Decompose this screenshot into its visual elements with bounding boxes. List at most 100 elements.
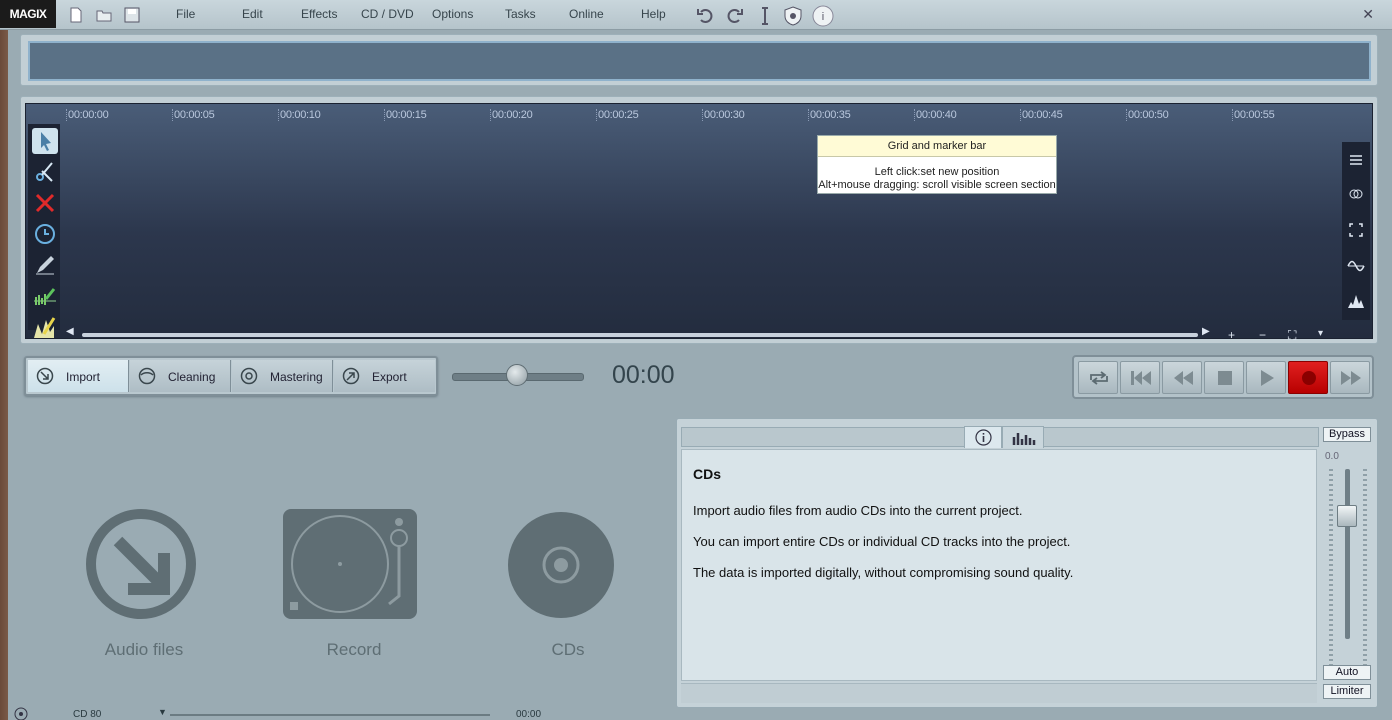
info-disc-icon[interactable]: i [812, 5, 834, 27]
forward-button[interactable] [1330, 361, 1370, 394]
disc-dropdown-icon[interactable]: ▼ [158, 707, 167, 717]
audio-files-label[interactable]: Audio files [64, 640, 224, 660]
cd-icon[interactable] [506, 510, 616, 620]
ruler-tick: 00:00:45 [1020, 109, 1063, 121]
ruler-tick: 00:00:10 [278, 109, 321, 121]
horizontal-scrollbar[interactable]: ◀ ▶ [66, 326, 1210, 340]
overview-panel [20, 34, 1378, 86]
settings-shield-icon[interactable] [782, 5, 804, 27]
slider-knob[interactable] [506, 364, 528, 386]
equalizer-icon [1012, 433, 1036, 445]
link-icon[interactable] [1344, 182, 1368, 206]
status-bar: CD 80 ▼ 00:00 [0, 706, 676, 720]
zoom-in-button[interactable]: + [1228, 328, 1235, 342]
tab-label: Import [66, 370, 101, 384]
scissors-icon [36, 162, 53, 182]
pointer-tool[interactable] [32, 128, 58, 154]
play-icon [1261, 370, 1274, 386]
tab-cleaning[interactable]: Cleaning [130, 360, 231, 392]
tab-equalizer[interactable] [1002, 426, 1044, 448]
save-icon[interactable] [124, 7, 140, 23]
menu-icon[interactable] [1344, 148, 1368, 172]
tab-mastering[interactable]: Mastering [232, 360, 333, 392]
ruler-tick: 00:00:50 [1126, 109, 1169, 121]
volume-draw-tool[interactable] [32, 314, 58, 340]
limiter-button[interactable]: Limiter [1323, 684, 1371, 699]
new-file-icon[interactable] [68, 7, 84, 23]
zoom-menu-button[interactable]: ▾ [1318, 328, 1323, 339]
open-folder-icon[interactable] [96, 7, 112, 23]
info-footer [681, 683, 1317, 703]
spectrum-icon[interactable] [1344, 288, 1368, 312]
curve-icon[interactable] [1344, 254, 1368, 278]
undo-icon[interactable] [694, 5, 716, 27]
arranger-panel: 00:00:00 00:00:05 00:00:10 00:00:15 00:0… [20, 96, 1378, 344]
window-edge [0, 30, 8, 720]
disc-icon[interactable] [14, 707, 28, 720]
draw-tool[interactable] [32, 252, 58, 278]
tab-export[interactable]: Export [334, 360, 435, 392]
info-tab-bar [681, 426, 1319, 448]
audio-files-icon[interactable] [82, 505, 200, 623]
master-fader-knob[interactable] [1337, 505, 1357, 527]
menu-help[interactable]: Help [641, 7, 666, 21]
tab-info[interactable] [964, 426, 1002, 448]
scrollbar-thumb[interactable] [82, 333, 1198, 337]
record-button[interactable] [1288, 361, 1328, 394]
menu-options[interactable]: Options [432, 7, 473, 21]
scroll-right-icon[interactable]: ▶ [1202, 326, 1210, 337]
info-line: The data is imported digitally, without … [693, 565, 1074, 580]
bypass-button[interactable]: Bypass [1323, 427, 1371, 442]
menu-tasks[interactable]: Tasks [505, 7, 536, 21]
cursor-text-icon[interactable] [754, 5, 776, 27]
menu-effects[interactable]: Effects [301, 7, 337, 21]
cds-label[interactable]: CDs [488, 640, 648, 660]
scissors-tool[interactable] [32, 159, 58, 185]
mastering-icon [240, 367, 258, 385]
auto-button[interactable]: Auto [1323, 665, 1371, 680]
project-overview[interactable] [28, 41, 1371, 81]
ruler-tick: 00:00:30 [702, 109, 745, 121]
waveform-draw-tool[interactable] [32, 283, 58, 309]
menu-bar: MAGIX File Edit Effects CD / DVD Options… [0, 0, 1392, 30]
delete-tool[interactable] [32, 190, 58, 216]
magix-logo: MAGIX [0, 0, 56, 28]
zoom-fit-button[interactable]: ⛶ [1288, 328, 1296, 343]
menu-file[interactable]: File [176, 7, 195, 21]
rewind-icon [1174, 371, 1193, 385]
ruler-tick: 00:00:15 [384, 109, 427, 121]
menu-online[interactable]: Online [569, 7, 604, 21]
loop-button[interactable] [1078, 361, 1118, 394]
stop-button[interactable] [1204, 361, 1244, 394]
tooltip-title: Grid and marker bar [818, 136, 1056, 157]
record-label[interactable]: Record [274, 640, 434, 660]
fullscreen-icon[interactable] [1344, 218, 1368, 242]
tab-import[interactable]: Import [28, 360, 129, 392]
mode-tabs: Import Cleaning Mastering Export [24, 356, 438, 396]
cleaning-icon [138, 367, 156, 385]
zoom-out-button[interactable]: − [1259, 328, 1266, 342]
level-meter-right [1363, 469, 1367, 669]
turntable-icon[interactable] [282, 508, 418, 620]
loop-icon [1090, 371, 1108, 385]
time-tool[interactable] [32, 221, 58, 247]
import-icon [36, 367, 54, 385]
record-icon [1302, 371, 1316, 385]
close-icon[interactable]: ✕ [1362, 6, 1374, 23]
tooltip: Grid and marker bar Left click:set new p… [817, 135, 1057, 194]
master-fader-track[interactable] [1345, 469, 1350, 639]
disc-type: CD 80 [73, 709, 102, 720]
level-meter-left [1329, 469, 1333, 669]
redo-icon[interactable] [724, 5, 746, 27]
rewind-button[interactable] [1162, 361, 1202, 394]
info-title: CDs [693, 466, 722, 482]
play-button[interactable] [1246, 361, 1286, 394]
menu-cd-dvd[interactable]: CD / DVD [361, 7, 414, 21]
tooltip-line: Left click:set new position [874, 166, 1000, 178]
menu-edit[interactable]: Edit [242, 7, 263, 21]
scroll-left-icon[interactable]: ◀ [66, 326, 74, 337]
grid-marker-bar[interactable]: 00:00:00 00:00:05 00:00:10 00:00:15 00:0… [66, 104, 1342, 126]
to-start-button[interactable] [1120, 361, 1160, 394]
arranger-area[interactable]: 00:00:00 00:00:05 00:00:10 00:00:15 00:0… [25, 103, 1373, 342]
delete-icon [35, 193, 55, 213]
